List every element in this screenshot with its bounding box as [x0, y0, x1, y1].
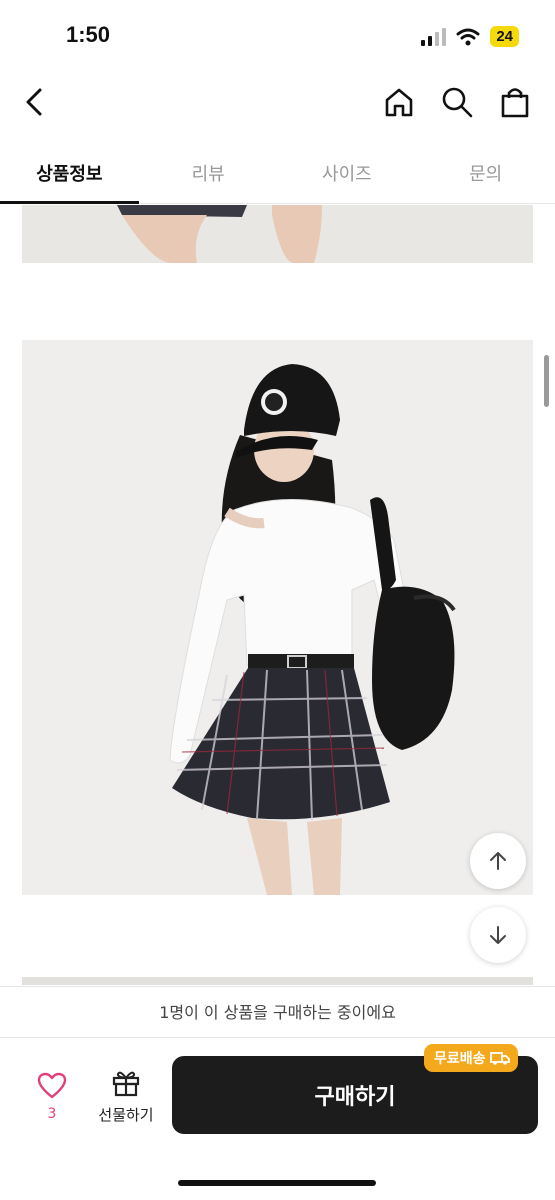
product-photo-next [22, 977, 533, 985]
product-photo [22, 340, 533, 895]
home-icon[interactable] [381, 84, 417, 120]
signal-icon [421, 27, 447, 46]
tab-size[interactable]: 사이즈 [278, 148, 417, 203]
arrow-down-icon [490, 926, 506, 944]
purchase-bar: 3 선물하기 구매하기 무료배송 [0, 1038, 555, 1200]
chevron-left-icon[interactable] [18, 82, 54, 122]
shopping-bag-icon[interactable] [497, 84, 533, 120]
wifi-icon [456, 28, 480, 45]
status-time: 1:50 [66, 22, 111, 47]
status-bar: 1:50 24 [0, 0, 555, 72]
heart-icon [37, 1072, 67, 1099]
arrow-up-icon [490, 852, 506, 870]
scroll-down-button[interactable] [470, 907, 526, 963]
scrollbar[interactable] [544, 355, 549, 407]
nav-actions [381, 84, 533, 120]
nav-bar [0, 72, 555, 134]
product-photo-previous [22, 205, 533, 263]
tab-reviews[interactable]: 리뷰 [139, 148, 278, 203]
truck-icon [489, 1052, 510, 1065]
scroll-up-button[interactable] [470, 833, 526, 889]
like-button[interactable]: 3 [30, 1072, 74, 1122]
tab-product-info[interactable]: 상품정보 [0, 148, 139, 204]
status-icons: 24 [421, 26, 519, 47]
product-detail-content [0, 205, 555, 985]
free-shipping-label: 무료배송 [434, 1051, 486, 1067]
battery-indicator: 24 [490, 26, 519, 47]
gift-label: 선물하기 [98, 1106, 154, 1124]
home-indicator [178, 1180, 376, 1186]
viewer-notice: 1명이 이 상품을 구매하는 중이에요 [0, 986, 555, 1038]
like-count: 3 [47, 1106, 57, 1122]
product-tabs: 상품정보 리뷰 사이즈 문의 [0, 148, 555, 204]
gift-icon [112, 1071, 140, 1097]
tab-inquiry[interactable]: 문의 [416, 148, 555, 203]
gift-button[interactable]: 선물하기 [92, 1068, 160, 1125]
search-icon[interactable] [439, 84, 475, 120]
free-shipping-badge: 무료배송 [424, 1044, 518, 1072]
